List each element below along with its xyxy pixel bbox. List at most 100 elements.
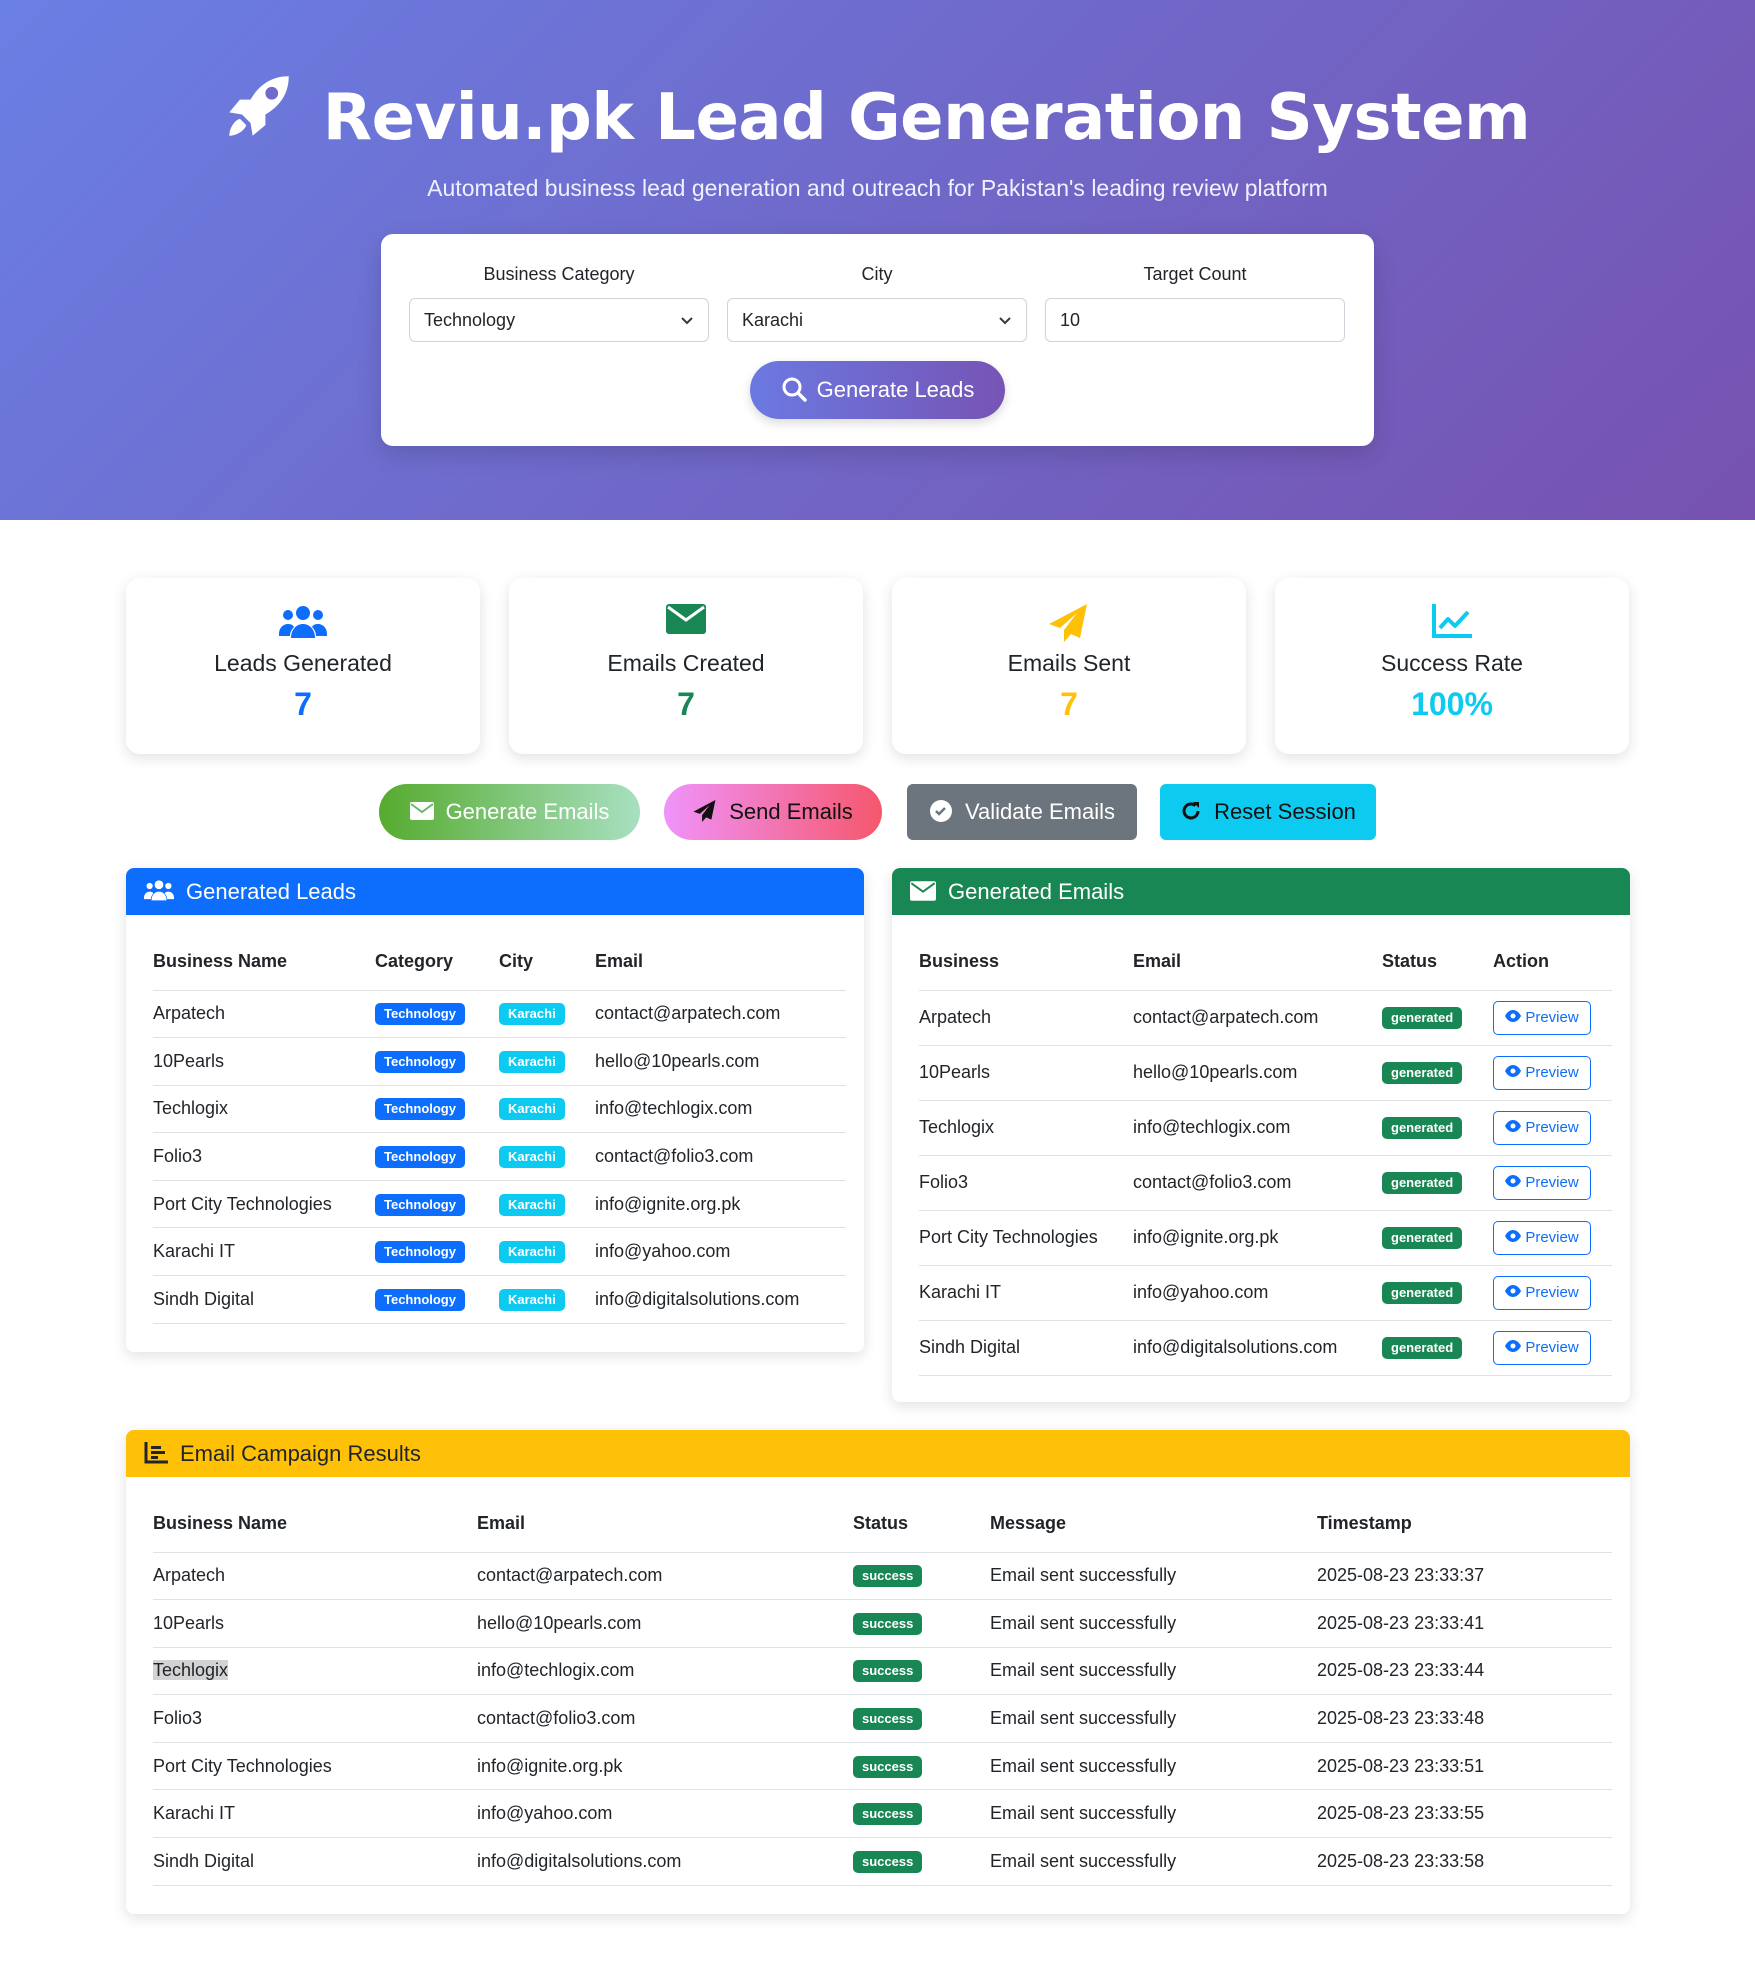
business-name: Port City Technologies [919,1210,1133,1266]
business-name: Folio3 [153,1132,375,1181]
email-cell: info@yahoo.com [477,1789,853,1839]
leads-table: Business Name Category City Email Arpate… [153,934,846,1324]
results-table: Business Name Email Status Message Times… [153,1496,1612,1886]
chart-line-icon [1275,592,1629,642]
category-label: Business Category [483,264,635,284]
email-cell: contact@arpatech.com [477,1552,853,1601]
generate-leads-button[interactable]: Generate Leads [750,361,1005,419]
city-badge: Karachi [499,1098,565,1121]
table-row: Arpatech contact@arpatech.com success Email… [153,1552,1612,1601]
message-cell: Email sent successfully [990,1789,1317,1839]
table-row: Sindh Digital info@digitalsolutions.com ge… [919,1320,1612,1376]
column-header: Action [1493,934,1612,991]
status-badge: generated [1382,1117,1463,1139]
email-cell: info@digitalsolutions.com [477,1837,853,1886]
email-cell: contact@arpatech.com [1133,990,1382,1046]
city-badge: Karachi [499,1003,565,1026]
city-select[interactable]: Karachi [727,298,1027,342]
table-row: Folio3 contact@folio3.com generated Preview [919,1155,1612,1211]
panel-title: Generated Emails [948,879,1125,904]
business-name: Sindh Digital [153,1837,477,1886]
email-cell: info@ignite.org.pk [1133,1210,1382,1266]
table-row: Karachi IT info@yahoo.com success Email sen… [153,1789,1612,1839]
email-cell: contact@folio3.com [595,1132,846,1181]
table-row: Karachi IT Technology Karachi info@yahoo.co… [153,1227,846,1277]
table-row: Sindh Digital info@digitalsolutions.com su… [153,1837,1612,1886]
generate-emails-button[interactable]: Generate Emails [379,784,640,840]
email-cell: contact@folio3.com [477,1694,853,1743]
city-badge: Karachi [499,1288,565,1311]
status-badge: generated [1382,1282,1463,1304]
table-row: Arpatech contact@arpatech.com generated Pre… [919,990,1612,1046]
preview-label: Preview [1525,1063,1579,1081]
city-label: City [861,264,893,284]
stat-label: Leads Generated [214,650,392,676]
preview-button[interactable]: Preview [1493,1165,1591,1200]
column-header: Business [919,934,1133,991]
preview-button[interactable]: Preview [1493,1330,1591,1365]
search-icon [782,377,807,402]
panel-header: Generated Emails [892,868,1630,915]
column-header: Business Name [153,1496,477,1553]
target-count-input[interactable]: 10 [1045,298,1345,342]
reset-session-label: Reset Session [1214,799,1356,824]
generated-emails-panel: Generated Emails Business Email Status A… [892,868,1630,1402]
table-row: Techlogix info@techlogix.com success Email … [153,1647,1612,1696]
preview-button[interactable]: Preview [1493,1110,1591,1145]
table-row: Port City Technologies info@ignite.org.pk… [919,1210,1612,1266]
email-cell: info@yahoo.com [595,1227,846,1277]
stat-success-rate: Success Rate 100% [1275,578,1629,754]
business-name: Karachi IT [919,1265,1133,1321]
category-badge: Technology [375,1241,465,1264]
status-badge: success [853,1755,923,1778]
preview-label: Preview [1525,1118,1579,1136]
preview-button[interactable]: Preview [1493,1275,1591,1310]
city-badge: Karachi [499,1193,565,1216]
business-name: Techlogix [153,1085,375,1134]
preview-button[interactable]: Preview [1493,1000,1591,1035]
category-badge: Technology [375,1288,465,1311]
status-badge: success [853,1708,923,1731]
status-badge: success [853,1850,923,1873]
reset-session-button[interactable]: Reset Session [1160,784,1376,840]
city-value: Karachi [742,310,804,330]
send-emails-button[interactable]: Send Emails [664,784,882,840]
stat-value: 7 [1060,686,1078,722]
preview-label: Preview [1525,1008,1579,1026]
city-badge: Karachi [499,1050,565,1073]
preview-label: Preview [1525,1283,1579,1301]
preview-button[interactable]: Preview [1493,1055,1591,1090]
email-cell: hello@10pearls.com [477,1599,853,1648]
table-header-row: Business Name Email Status Message Times… [153,1496,1612,1553]
business-name: Folio3 [153,1694,477,1743]
column-header: Status [853,1496,990,1553]
category-value: Technology [424,310,516,330]
business-name: 10Pearls [919,1045,1133,1101]
preview-label: Preview [1525,1173,1579,1191]
status-badge: success [853,1612,923,1635]
paper-plane-icon [693,800,716,823]
table-row: Port City Technologies Technology Karachi i… [153,1180,846,1229]
chevron-down-icon [681,317,693,325]
category-select[interactable]: Technology [409,298,709,342]
eye-icon [1505,1010,1522,1023]
column-header: Status [1382,934,1493,991]
stat-emails-sent: Emails Sent 7 [892,578,1246,754]
message-cell: Email sent successfully [990,1837,1317,1886]
preview-label: Preview [1525,1228,1579,1246]
table-header-row: Business Name Category City Email [153,934,846,991]
validate-emails-button[interactable]: Validate Emails [907,784,1137,840]
envelope-icon [509,592,863,642]
panel-title: Email Campaign Results [180,1441,421,1466]
preview-button[interactable]: Preview [1493,1220,1591,1255]
table-row: 10Pearls Technology Karachi hello@10pearls.… [153,1037,846,1086]
panel-header: Email Campaign Results [126,1430,1630,1477]
status-badge: success [853,1803,923,1826]
eye-icon [1505,1230,1522,1243]
page-title: Reviu.pk Lead Generation System [322,81,1531,155]
email-cell: info@ignite.org.pk [595,1180,846,1229]
message-cell: Email sent successfully [990,1742,1317,1791]
email-cell: contact@folio3.com [1133,1155,1382,1211]
email-cell: info@techlogix.com [477,1647,853,1696]
stat-leads-generated: Leads Generated 7 [126,578,480,754]
